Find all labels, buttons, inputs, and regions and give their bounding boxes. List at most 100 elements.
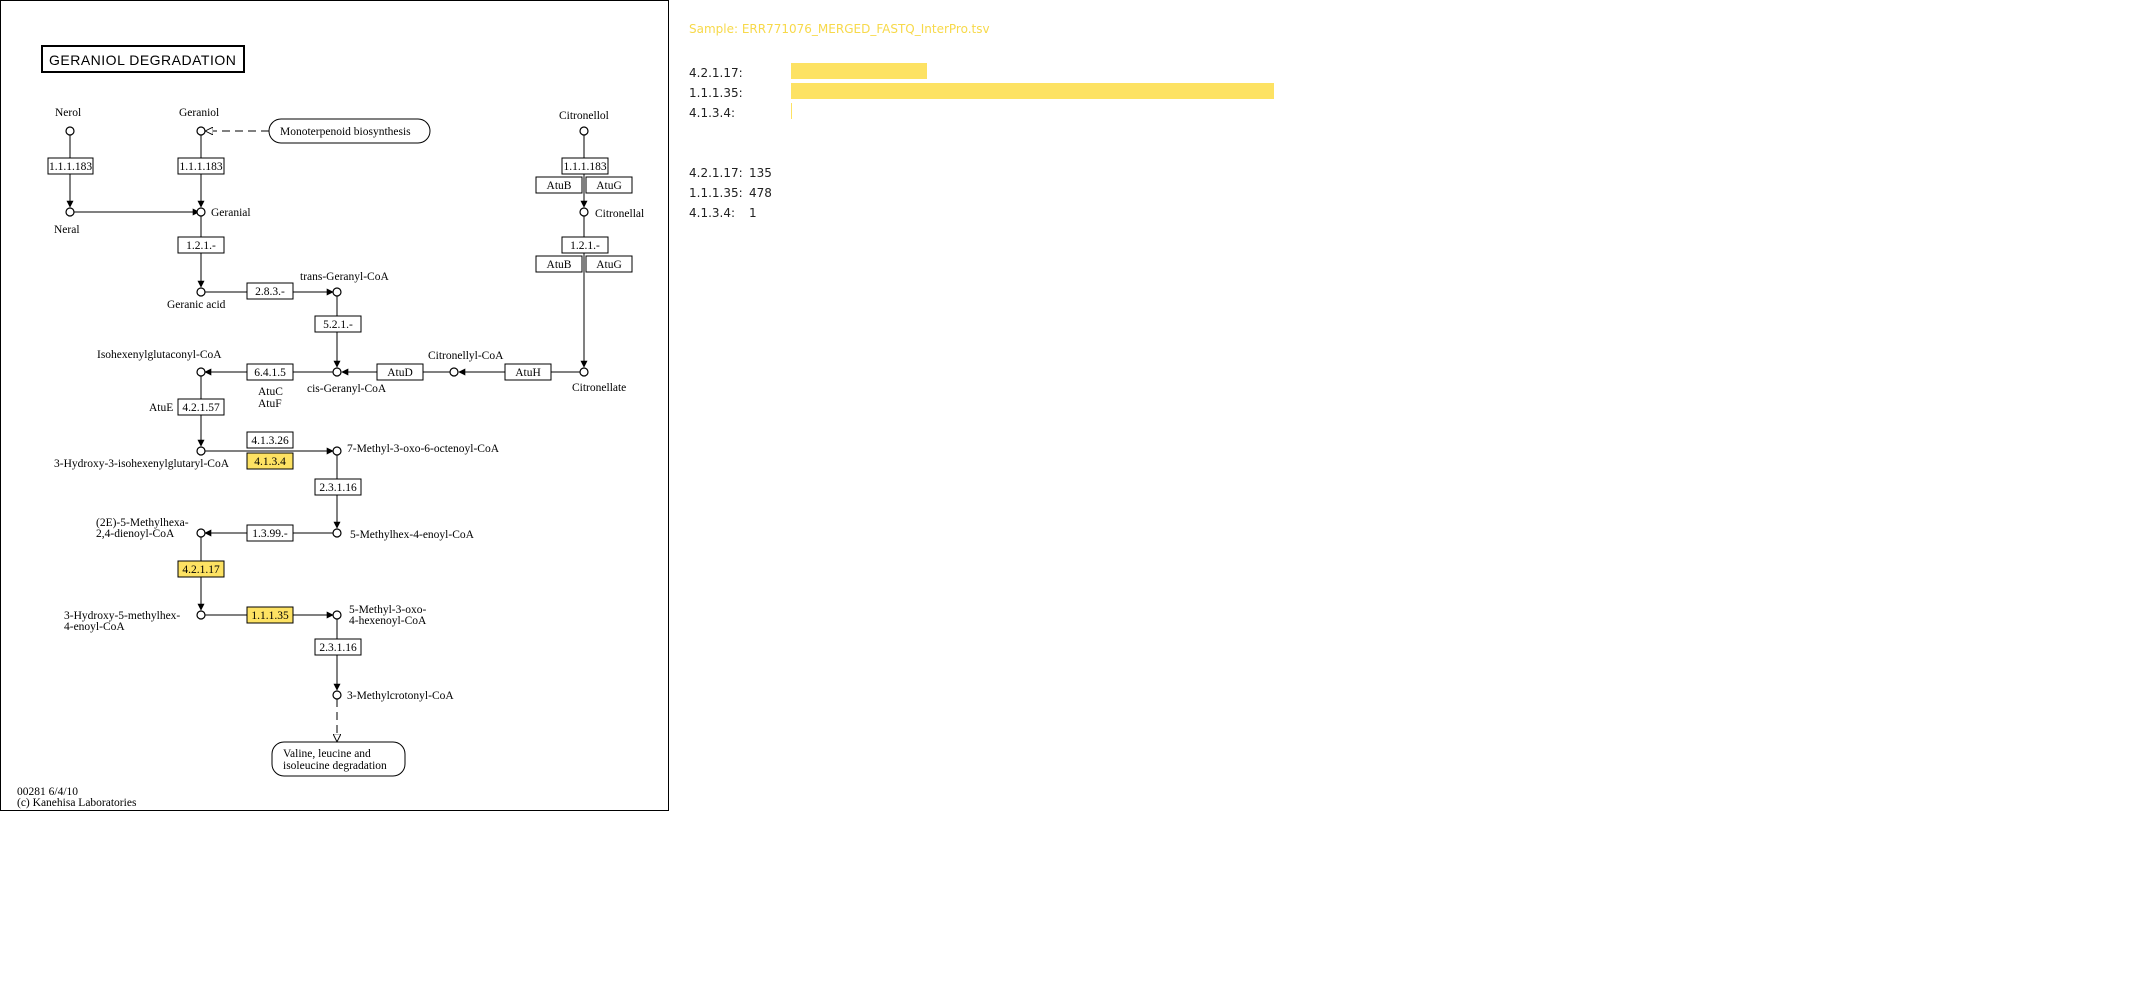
hydroxy-methylhex-enoyl-coa-node	[196, 610, 206, 620]
bar-label-4-2-1-17: 4.2.1.17:	[689, 66, 743, 80]
bar-label-4-1-3-4: 4.1.3.4:	[689, 106, 736, 120]
bar-label-1-1-1-35: 1.1.1.35:	[689, 86, 743, 100]
enzyme-1-1-1-35-highlighted[interactable]: 1.1.1.35	[246, 606, 294, 624]
enzyme-1-2-1-citronellal[interactable]: 1.2.1.-	[561, 236, 609, 254]
label-trans-geranyl-coa: trans-Geranyl-CoA	[300, 271, 389, 283]
enzyme-1-1-1-183-citronellol[interactable]: 1.1.1.183	[561, 157, 609, 175]
label-geranial: Geranial	[211, 207, 251, 219]
svg-text:AtuH: AtuH	[515, 367, 541, 379]
svg-text:1.1.1.183: 1.1.1.183	[563, 161, 606, 173]
label-citronellol: Citronellol	[559, 110, 609, 122]
isohexenylglutaconyl-coa-node	[196, 367, 206, 377]
svg-text:5.2.1.-: 5.2.1.-	[323, 319, 353, 331]
methylhexa-dienoyl-coa-node	[196, 528, 206, 538]
citronellyl-coa-node	[449, 367, 459, 377]
svg-text:AtuB: AtuB	[547, 180, 572, 192]
label-geraniol: Geraniol	[179, 107, 219, 119]
count-value-4-1-3-4: 1	[749, 206, 757, 220]
svg-text:Valine, leucine and: Valine, leucine and	[283, 748, 371, 760]
enzyme-4-1-3-26[interactable]: 4.1.3.26	[246, 431, 294, 449]
map-footer-copyright: (c) Kanehisa Laboratories	[17, 797, 137, 809]
pathway-map-frame: GERANIOL DEGRADATION Monoterpenoid biosy…	[0, 0, 669, 811]
count-value-1-1-1-35: 478	[749, 186, 772, 200]
enzyme-atub-2[interactable]: AtuB	[535, 255, 583, 273]
pathway-link-valine-leucine[interactable]: Valine, leucine and isoleucine degradati…	[271, 741, 406, 777]
enzyme-boxes: 1.1.1.183 1.1.1.183 1.1.1.183 AtuB AtuG …	[47, 157, 633, 656]
label-methyl-oxo-hexenoyl-2: 4-hexenoyl-CoA	[349, 615, 427, 627]
citronellate-node	[579, 367, 589, 377]
label-methylcrotonyl-coa: 3-Methylcrotonyl-CoA	[347, 690, 454, 702]
geraniol-node	[196, 126, 206, 136]
methylhex-enoyl-coa-node	[332, 528, 342, 538]
enzyme-atub-1[interactable]: AtuB	[535, 176, 583, 194]
svg-text:AtuG: AtuG	[596, 259, 622, 271]
bar-1-1-1-35	[791, 83, 1274, 99]
svg-text:AtuB: AtuB	[547, 259, 572, 271]
map-title-box: GERANIOL DEGRADATION	[41, 45, 245, 73]
pathway-map: GERANIOL DEGRADATION Monoterpenoid biosy…	[17, 45, 644, 809]
label-citronellyl-coa: Citronellyl-CoA	[428, 350, 504, 362]
svg-text:2.8.3.-: 2.8.3.-	[255, 286, 285, 298]
enzyme-1-1-1-183-nerol[interactable]: 1.1.1.183	[47, 157, 94, 175]
count-value-4-2-1-17: 135	[749, 166, 772, 180]
label-isohexenylglutaconyl-coa: Isohexenylglutaconyl-CoA	[97, 349, 222, 361]
enzyme-2-3-1-16-a[interactable]: 2.3.1.16	[314, 478, 362, 496]
count-label-4-1-3-4: 4.1.3.4:	[689, 206, 736, 220]
label-hydroxy-methylhex-2: 4-enoyl-CoA	[64, 621, 125, 633]
svg-text:isoleucine degradation: isoleucine degradation	[283, 760, 387, 772]
citronellal-node	[579, 207, 589, 217]
label-cis-geranyl-coa: cis-Geranyl-CoA	[307, 383, 387, 395]
enzyme-4-2-1-57[interactable]: 4.2.1.57	[177, 398, 225, 416]
svg-text:1.2.1.-: 1.2.1.-	[186, 240, 216, 252]
label-atue: AtuE	[149, 402, 173, 414]
count-label-1-1-1-35: 1.1.1.35:	[689, 186, 743, 200]
enzyme-atud[interactable]: AtuD	[376, 363, 424, 381]
label-citronellal: Citronellal	[595, 208, 644, 220]
enzyme-atuh[interactable]: AtuH	[504, 363, 552, 381]
label-citronellate: Citronellate	[572, 382, 626, 394]
map-title: GERANIOL DEGRADATION	[49, 52, 236, 68]
svg-text:4.2.1.57: 4.2.1.57	[182, 402, 220, 414]
enzyme-atug-1[interactable]: AtuG	[585, 176, 633, 194]
svg-text:2.3.1.16: 2.3.1.16	[319, 642, 357, 654]
svg-text:1.2.1.-: 1.2.1.-	[570, 240, 600, 252]
enzyme-5-2-1[interactable]: 5.2.1.-	[314, 315, 362, 333]
enzyme-2-8-3[interactable]: 2.8.3.-	[246, 282, 294, 300]
cis-geranyl-coa-node	[332, 367, 342, 377]
svg-text:1.1.1.183: 1.1.1.183	[49, 161, 92, 173]
enzyme-6-4-1-5[interactable]: 6.4.1.5	[246, 363, 294, 381]
enzyme-1-2-1-geranial[interactable]: 1.2.1.-	[177, 236, 225, 254]
label-atuc: AtuC	[258, 386, 283, 398]
methyl-oxo-hexenoyl-coa-node	[332, 610, 342, 620]
citronellol-node	[579, 126, 589, 136]
label-methylhex-enoyl-coa: 5-Methylhex-4-enoyl-CoA	[350, 529, 475, 541]
label-atuf: AtuF	[258, 398, 282, 410]
geranial-node	[196, 207, 206, 217]
svg-text:AtuG: AtuG	[596, 180, 622, 192]
pathway-link-monoterpenoid[interactable]: Monoterpenoid biosynthesis	[268, 118, 431, 144]
svg-text:6.4.1.5: 6.4.1.5	[254, 367, 286, 379]
svg-text:1.1.1.35: 1.1.1.35	[251, 610, 289, 622]
enzyme-1-1-1-183-geraniol[interactable]: 1.1.1.183	[177, 157, 225, 175]
count-label-4-2-1-17: 4.2.1.17:	[689, 166, 743, 180]
compound-labels: Nerol Geraniol Citronellol Neral Gerania…	[54, 107, 644, 702]
enzyme-4-1-3-4-highlighted[interactable]: 4.1.3.4	[246, 452, 294, 470]
label-hydroxy-isohexenylglutaryl-coa: 3-Hydroxy-3-isohexenylglutaryl-CoA	[54, 458, 230, 470]
trans-geranyl-coa-node	[332, 287, 342, 297]
methyl-oxo-octenoyl-coa-node	[332, 446, 342, 456]
bar-4-2-1-17	[791, 63, 927, 79]
svg-text:4.1.3.4: 4.1.3.4	[254, 456, 286, 468]
methylcrotonyl-coa-node	[332, 690, 342, 700]
svg-text:1.3.99.-: 1.3.99.-	[252, 528, 288, 540]
sample-title: Sample: ERR771076_MERGED_FASTQ_InterPro.…	[689, 22, 990, 36]
svg-text:2.3.1.16: 2.3.1.16	[319, 482, 357, 494]
svg-text:4.1.3.26: 4.1.3.26	[251, 435, 289, 447]
enzyme-2-3-1-16-b[interactable]: 2.3.1.16	[314, 638, 362, 656]
enzyme-4-2-1-17-highlighted[interactable]: 4.2.1.17	[177, 560, 225, 578]
svg-text:4.2.1.17: 4.2.1.17	[182, 564, 220, 576]
enzyme-atug-2[interactable]: AtuG	[585, 255, 633, 273]
svg-text:Monoterpenoid biosynthesis: Monoterpenoid biosynthesis	[280, 126, 411, 138]
svg-text:1.1.1.183: 1.1.1.183	[179, 161, 222, 173]
svg-text:AtuD: AtuD	[387, 367, 413, 379]
enzyme-1-3-99[interactable]: 1.3.99.-	[246, 524, 294, 542]
